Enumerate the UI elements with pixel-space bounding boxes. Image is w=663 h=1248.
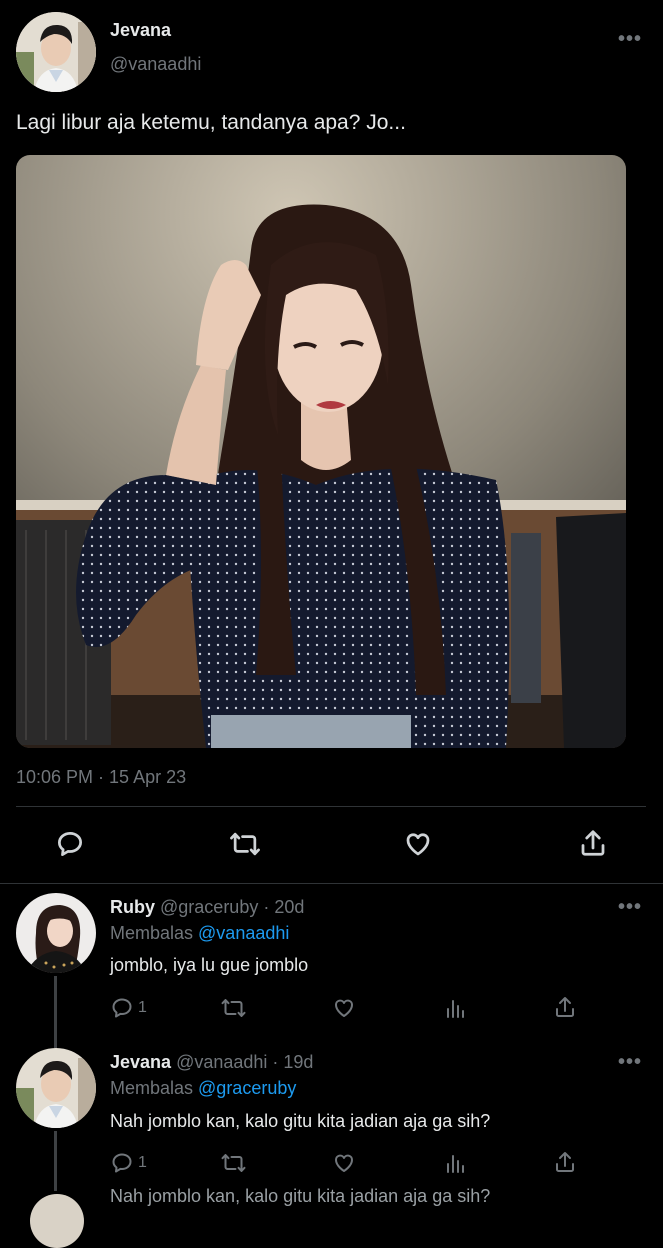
thread-line xyxy=(54,1131,57,1191)
reply-button[interactable] xyxy=(55,829,85,864)
mention-link[interactable]: @graceruby xyxy=(198,1078,296,1098)
reply-text: Nah jomblo kan, kalo gitu kita jadian aj… xyxy=(110,1111,491,1131)
avatar-photo xyxy=(16,893,96,973)
views-icon xyxy=(447,1155,464,1173)
reply-icon xyxy=(58,832,82,856)
retweet-icon xyxy=(221,1154,246,1172)
more-icon[interactable]: ••• xyxy=(618,28,642,51)
reply-count: 1 xyxy=(138,1154,147,1171)
views-button[interactable] xyxy=(443,996,467,1025)
reply-icon xyxy=(112,1153,132,1173)
divider xyxy=(0,883,663,884)
replying-label: Membalas xyxy=(110,923,199,943)
like-button[interactable] xyxy=(332,1151,356,1180)
more-icon[interactable]: ••• xyxy=(618,1051,642,1074)
share-button[interactable] xyxy=(553,1150,577,1179)
share-icon xyxy=(556,997,574,1017)
reply-author-name[interactable]: Ruby xyxy=(110,897,155,917)
tweet-image[interactable] xyxy=(16,155,626,748)
reply-button[interactable]: 1 xyxy=(110,1151,147,1175)
retweet-button[interactable] xyxy=(220,1151,247,1180)
reply-avatar[interactable] xyxy=(16,1048,96,1128)
tweet-text: Lagi libur aja ketemu, tandanya apa? Jo.… xyxy=(16,111,406,134)
reply-avatar-partial[interactable] xyxy=(30,1194,84,1248)
reply-meta[interactable]: @graceruby · 20d xyxy=(160,897,304,917)
share-button[interactable] xyxy=(553,995,577,1024)
views-icon xyxy=(447,1000,464,1018)
reply-header: Jevana @vanaadhi · 19d xyxy=(110,1052,313,1073)
like-button[interactable] xyxy=(403,829,433,864)
reply-avatar[interactable] xyxy=(16,893,96,973)
reply-header: Ruby @graceruby · 20d xyxy=(110,897,304,918)
share-button[interactable] xyxy=(578,828,608,863)
like-icon xyxy=(335,999,353,1017)
reply-meta[interactable]: @vanaadhi · 19d xyxy=(176,1052,313,1072)
author-handle[interactable]: @vanaadhi xyxy=(110,54,201,75)
retweet-icon xyxy=(221,999,246,1017)
retweet-icon xyxy=(230,832,260,856)
replying-label: Membalas xyxy=(110,1078,199,1098)
reply-author-name[interactable]: Jevana xyxy=(110,1052,171,1072)
share-icon xyxy=(581,830,605,856)
thread-line xyxy=(54,976,57,1050)
divider xyxy=(16,806,646,807)
photo-illustration xyxy=(16,155,626,748)
reply-text-partial: Nah jomblo kan, kalo gitu kita jadian aj… xyxy=(110,1186,491,1206)
replying-to: Membalas @graceruby xyxy=(110,1078,296,1099)
tweet-timestamp[interactable]: 10:06 PM · 15 Apr 23 xyxy=(16,767,186,788)
more-icon[interactable]: ••• xyxy=(618,896,642,919)
retweet-button[interactable] xyxy=(229,829,261,864)
avatar-photo xyxy=(16,1048,96,1128)
like-icon xyxy=(335,1154,353,1172)
reply-button[interactable]: 1 xyxy=(110,996,147,1020)
author-avatar[interactable] xyxy=(16,12,96,92)
like-icon xyxy=(406,833,430,856)
reply-icon xyxy=(112,998,132,1018)
reply-text: jomblo, iya lu gue jomblo xyxy=(110,955,309,975)
retweet-button[interactable] xyxy=(220,996,247,1025)
reply-count: 1 xyxy=(138,999,147,1016)
author-name[interactable]: Jevana xyxy=(110,20,171,41)
avatar-photo xyxy=(16,12,96,92)
like-button[interactable] xyxy=(332,996,356,1025)
share-icon xyxy=(556,1152,574,1172)
mention-link[interactable]: @vanaadhi xyxy=(198,923,289,943)
views-button[interactable] xyxy=(443,1151,467,1180)
replying-to: Membalas @vanaadhi xyxy=(110,923,289,944)
